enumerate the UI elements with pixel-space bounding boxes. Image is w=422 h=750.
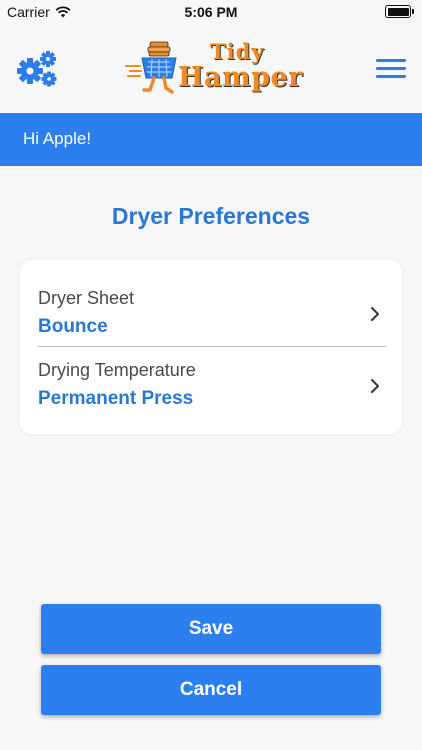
status-right: [385, 5, 414, 18]
pref-label: Dryer Sheet: [38, 288, 135, 308]
greeting-text: Hi Apple!: [23, 129, 92, 148]
page-title: Dryer Preferences: [111, 203, 311, 229]
hamburger-menu-icon: [376, 59, 406, 78]
row-divider: [38, 346, 386, 347]
gears-icon: [17, 51, 57, 87]
pref-row-drying-temperature[interactable]: Drying Temperature Permanent Press: [20, 348, 402, 428]
battery-tip: [412, 9, 414, 14]
hamper-logo-icon: [125, 41, 177, 94]
preferences-card: Dryer Sheet Bounce Drying Temperature Pe…: [20, 260, 402, 434]
pref-value: Permanent Press: [38, 388, 194, 409]
pref-row-dryer-sheet[interactable]: Dryer Sheet Bounce: [20, 276, 402, 356]
settings-button[interactable]: [16, 49, 58, 87]
nav-header: Tidy Hamper: [0, 24, 422, 113]
chevron-right-icon: [371, 307, 379, 321]
chevron-right-icon: [371, 379, 379, 393]
tidy-hamper-logo: Tidy Hamper: [124, 38, 303, 100]
pref-value: Bounce: [38, 316, 108, 337]
logo-text-hamper: Hamper: [178, 62, 303, 93]
status-bar: Carrier 5:06 PM: [0, 0, 422, 24]
app-screen: Carrier 5:06 PM Tidy Hamper Hi Apple! Dr…: [0, 0, 422, 750]
status-time: 5:06 PM: [184, 4, 238, 20]
save-button[interactable]: Save: [41, 604, 381, 654]
battery-icon: [385, 5, 411, 18]
cancel-button[interactable]: Cancel: [41, 665, 381, 715]
menu-button[interactable]: [376, 59, 406, 81]
logo-text-tidy: Tidy: [210, 39, 265, 64]
greeting-banner: Hi Apple!: [0, 113, 422, 166]
pref-label: Drying Temperature: [38, 360, 196, 380]
